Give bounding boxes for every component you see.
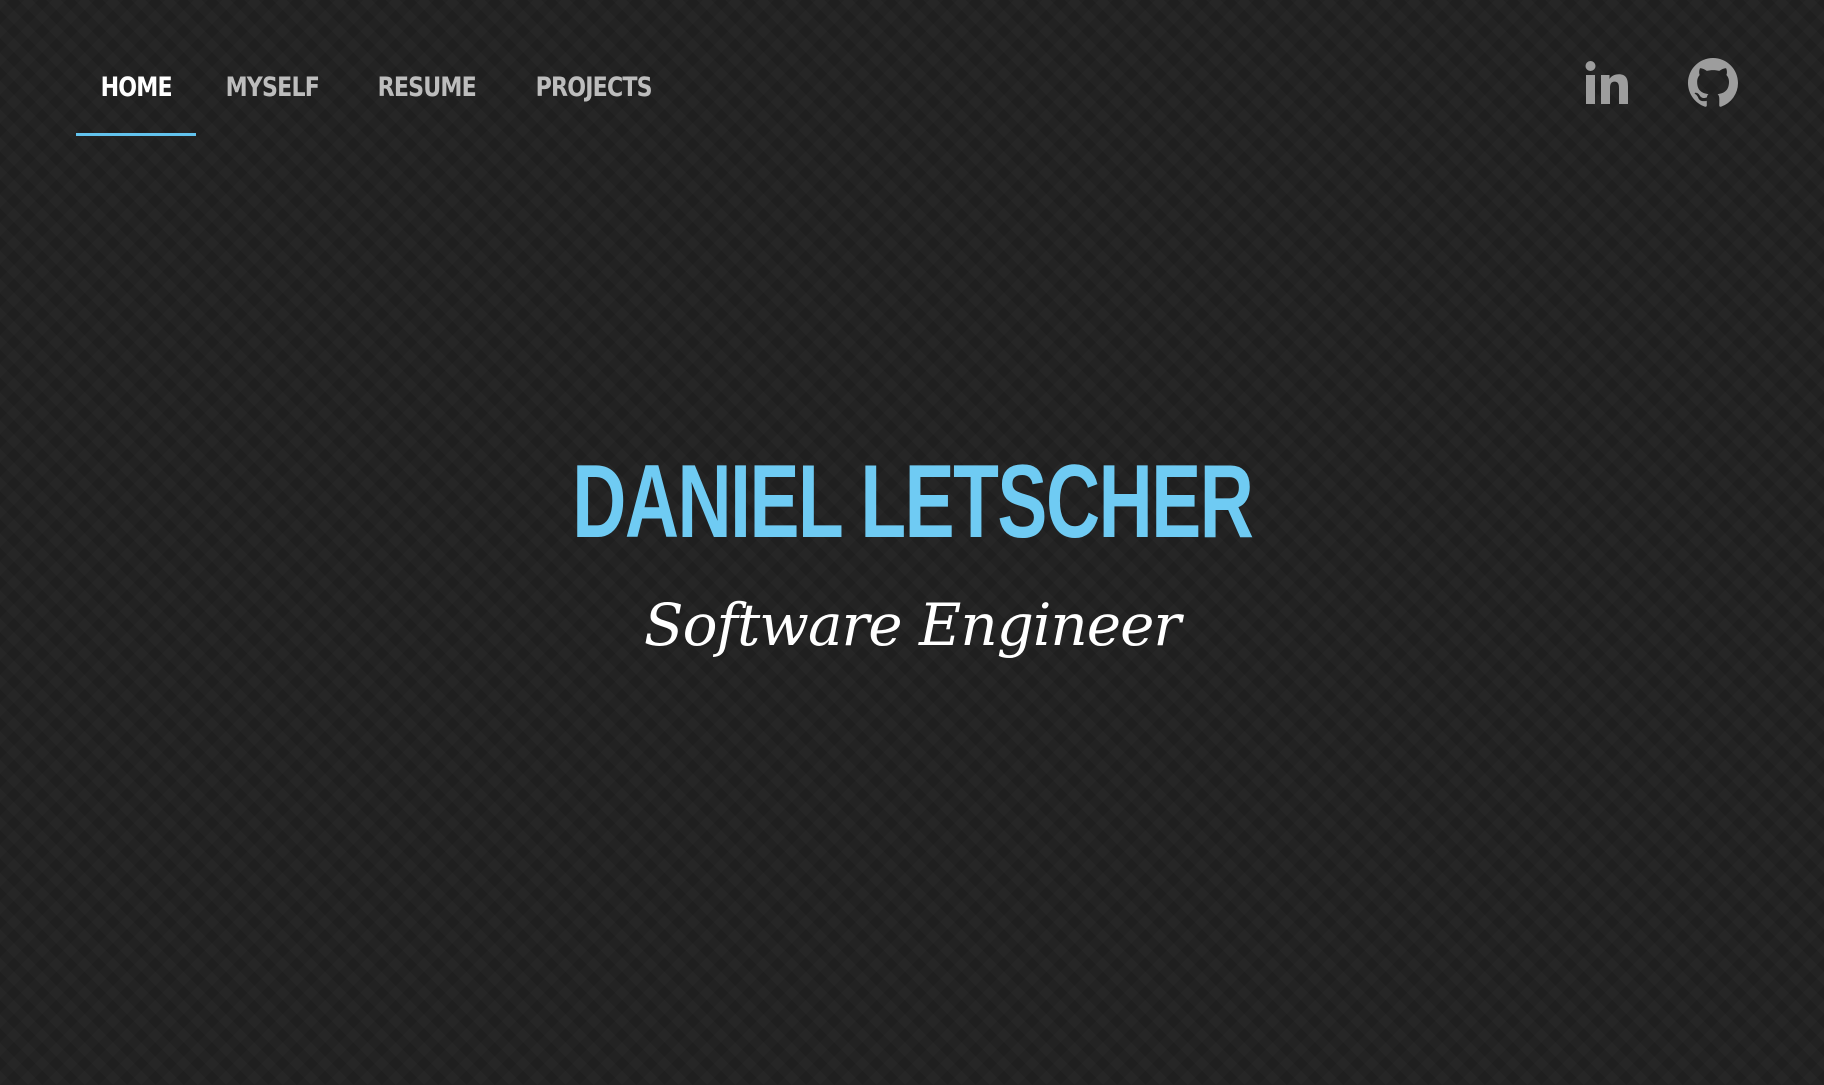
- github-link[interactable]: [1688, 58, 1738, 108]
- linkedin-icon: [1585, 61, 1628, 104]
- linkedin-link[interactable]: [1582, 58, 1632, 108]
- social-links: [1582, 58, 1738, 108]
- nav-projects[interactable]: PROJECTS: [511, 62, 676, 129]
- main-nav: HOME MYSELF RESUME PROJECTS: [76, 62, 690, 129]
- hero-name: DANIEL LETSCHER: [571, 444, 1254, 560]
- nav-resume[interactable]: RESUME: [353, 62, 501, 129]
- active-nav-underline: [76, 133, 196, 136]
- github-icon: [1688, 58, 1738, 107]
- hero-subtitle: Software Engineer: [643, 591, 1181, 659]
- nav-myself[interactable]: MYSELF: [201, 62, 344, 129]
- hero: DANIEL LETSCHER Software Engineer: [0, 450, 1824, 654]
- nav-home[interactable]: HOME: [76, 62, 196, 129]
